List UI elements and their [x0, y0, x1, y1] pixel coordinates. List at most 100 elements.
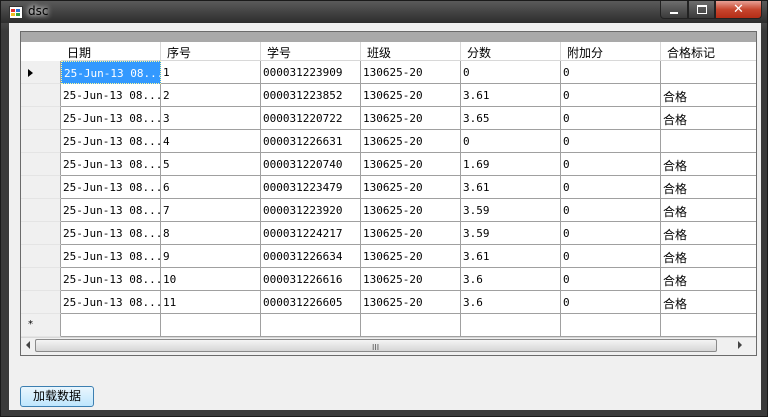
- table-cell-seq[interactable]: 7: [161, 199, 261, 222]
- table-cell-student-id[interactable]: 000031226616: [261, 268, 361, 291]
- table-cell-class[interactable]: 130625-20: [361, 222, 461, 245]
- table-row[interactable]: 25-Jun-13 08... 9 000031226634 130625-20 3.6…: [21, 245, 756, 268]
- table-cell-seq[interactable]: 4: [161, 130, 261, 153]
- table-cell-class[interactable]: 130625-20: [361, 291, 461, 314]
- table-row[interactable]: 25-Jun-13 08... 7 000031223920 130625-20 3.5…: [21, 199, 756, 222]
- table-cell-date[interactable]: 25-Jun-13 08...: [61, 222, 161, 245]
- table-cell-bonus[interactable]: 0: [561, 84, 661, 107]
- table-cell-class[interactable]: 130625-20: [361, 130, 461, 153]
- table-cell-pass-flag[interactable]: [661, 314, 756, 337]
- data-grid[interactable]: 日期 序号 学号 班级 分数 附加分 合格标记 25-Jun-13 08... 1 000031…: [20, 31, 757, 356]
- title-bar[interactable]: dsc ✕: [1, 1, 767, 23]
- table-row[interactable]: 25-Jun-13 08... 8 000031224217 130625-20 3.5…: [21, 222, 756, 245]
- table-cell-student-id[interactable]: 000031223479: [261, 176, 361, 199]
- table-cell-student-id[interactable]: 000031223909: [261, 61, 361, 84]
- table-cell-bonus[interactable]: 0: [561, 245, 661, 268]
- table-row[interactable]: 25-Jun-13 08... 5 000031220740 130625-20 1.6…: [21, 153, 756, 176]
- table-cell-date[interactable]: 25-Jun-13 08...: [61, 130, 161, 153]
- table-cell-class[interactable]: 130625-20: [361, 153, 461, 176]
- table-cell-bonus[interactable]: 0: [561, 153, 661, 176]
- table-row[interactable]: 25-Jun-13 08... 2 000031223852 130625-20 3.6…: [21, 84, 756, 107]
- table-cell-pass-flag[interactable]: 合格: [661, 107, 756, 130]
- table-cell-bonus[interactable]: 0: [561, 291, 661, 314]
- table-cell-class[interactable]: 130625-20: [361, 199, 461, 222]
- table-cell-student-id[interactable]: 000031220740: [261, 153, 361, 176]
- table-cell-student-id[interactable]: 000031226634: [261, 245, 361, 268]
- table-cell-score[interactable]: [461, 314, 561, 337]
- table-cell-date[interactable]: 25-Jun-13 08...: [61, 245, 161, 268]
- load-data-button[interactable]: 加载数据: [20, 386, 94, 407]
- table-cell-bonus[interactable]: 0: [561, 107, 661, 130]
- table-cell-class[interactable]: 130625-20: [361, 84, 461, 107]
- table-cell-class[interactable]: [361, 314, 461, 337]
- scroll-thumb[interactable]: III: [35, 339, 717, 352]
- table-cell-date[interactable]: 25-Jun-13 08...: [61, 199, 161, 222]
- table-cell-seq[interactable]: 2: [161, 84, 261, 107]
- table-cell-class[interactable]: 130625-20: [361, 176, 461, 199]
- table-cell-date[interactable]: 25-Jun-13 08...: [61, 84, 161, 107]
- table-cell-bonus[interactable]: 0: [561, 61, 661, 84]
- table-cell-pass-flag[interactable]: [661, 130, 756, 153]
- table-cell-pass-flag[interactable]: 合格: [661, 222, 756, 245]
- table-cell-seq[interactable]: 11: [161, 291, 261, 314]
- column-header-class[interactable]: 班级: [361, 42, 461, 61]
- table-cell-seq[interactable]: 5: [161, 153, 261, 176]
- table-cell-date[interactable]: 25-Jun-13 08...: [61, 268, 161, 291]
- table-cell-score[interactable]: 0: [461, 61, 561, 84]
- table-cell-date[interactable]: [61, 314, 161, 337]
- table-cell-pass-flag[interactable]: 合格: [661, 176, 756, 199]
- table-cell-score[interactable]: 3.6: [461, 268, 561, 291]
- table-row[interactable]: 25-Jun-13 08... 10 000031226616 130625-20 3.…: [21, 268, 756, 291]
- horizontal-scrollbar[interactable]: III: [21, 337, 756, 355]
- maximize-button[interactable]: [688, 1, 715, 19]
- table-cell-student-id[interactable]: 000031224217: [261, 222, 361, 245]
- table-cell-score[interactable]: 3.59: [461, 222, 561, 245]
- table-cell-score[interactable]: 3.6: [461, 291, 561, 314]
- table-row[interactable]: 25-Jun-13 08... 11 000031226605 130625-20 3.…: [21, 291, 756, 314]
- table-cell-seq[interactable]: 8: [161, 222, 261, 245]
- scroll-left-icon[interactable]: [26, 341, 30, 349]
- column-header-pass-flag[interactable]: 合格标记: [661, 42, 756, 61]
- table-cell-pass-flag[interactable]: 合格: [661, 199, 756, 222]
- table-cell-score[interactable]: 3.61: [461, 176, 561, 199]
- table-cell-student-id[interactable]: 000031223852: [261, 84, 361, 107]
- table-cell-seq[interactable]: 10: [161, 268, 261, 291]
- table-cell-class[interactable]: 130625-20: [361, 61, 461, 84]
- table-cell-student-id[interactable]: 000031223920: [261, 199, 361, 222]
- table-cell-pass-flag[interactable]: 合格: [661, 84, 756, 107]
- table-cell-date[interactable]: 25-Jun-13 08...: [61, 153, 161, 176]
- minimize-button[interactable]: [660, 1, 688, 19]
- table-cell-pass-flag[interactable]: 合格: [661, 153, 756, 176]
- table-cell-date[interactable]: 25-Jun-13 08...: [61, 107, 161, 130]
- table-cell-score[interactable]: 0: [461, 130, 561, 153]
- column-header-score[interactable]: 分数: [461, 42, 561, 61]
- scroll-right-icon[interactable]: [738, 341, 742, 349]
- table-cell-student-id[interactable]: 000031226631: [261, 130, 361, 153]
- table-cell-bonus[interactable]: 0: [561, 176, 661, 199]
- column-header-bonus[interactable]: 附加分: [561, 42, 661, 61]
- table-cell-class[interactable]: 130625-20: [361, 107, 461, 130]
- table-cell-score[interactable]: 3.65: [461, 107, 561, 130]
- table-cell-student-id[interactable]: 000031220722: [261, 107, 361, 130]
- table-cell-date[interactable]: 25-Jun-13 08...: [61, 176, 161, 199]
- table-cell-student-id[interactable]: 000031226605: [261, 291, 361, 314]
- column-header-date[interactable]: 日期: [61, 42, 161, 61]
- table-cell-bonus[interactable]: 0: [561, 130, 661, 153]
- table-cell-score[interactable]: 3.59: [461, 199, 561, 222]
- table-cell-bonus[interactable]: [561, 314, 661, 337]
- table-cell-pass-flag[interactable]: 合格: [661, 245, 756, 268]
- table-cell-class[interactable]: 130625-20: [361, 268, 461, 291]
- table-cell-score[interactable]: 3.61: [461, 245, 561, 268]
- table-cell-seq[interactable]: 1: [161, 61, 261, 84]
- table-cell-pass-flag[interactable]: [661, 61, 756, 84]
- table-cell-bonus[interactable]: 0: [561, 268, 661, 291]
- table-cell-seq[interactable]: 9: [161, 245, 261, 268]
- table-row[interactable]: 25-Jun-13 08... 1 000031223909 130625-20 0 0: [21, 61, 756, 84]
- table-row[interactable]: 25-Jun-13 08... 4 000031226631 130625-20 0 0: [21, 130, 756, 153]
- table-cell-date[interactable]: 25-Jun-13 08...: [61, 291, 161, 314]
- column-header-student-id[interactable]: 学号: [261, 42, 361, 61]
- table-cell-seq[interactable]: 6: [161, 176, 261, 199]
- table-cell-seq[interactable]: [161, 314, 261, 337]
- table-row[interactable]: 25-Jun-13 08... 3 000031220722 130625-20 3.6…: [21, 107, 756, 130]
- table-cell-student-id[interactable]: [261, 314, 361, 337]
